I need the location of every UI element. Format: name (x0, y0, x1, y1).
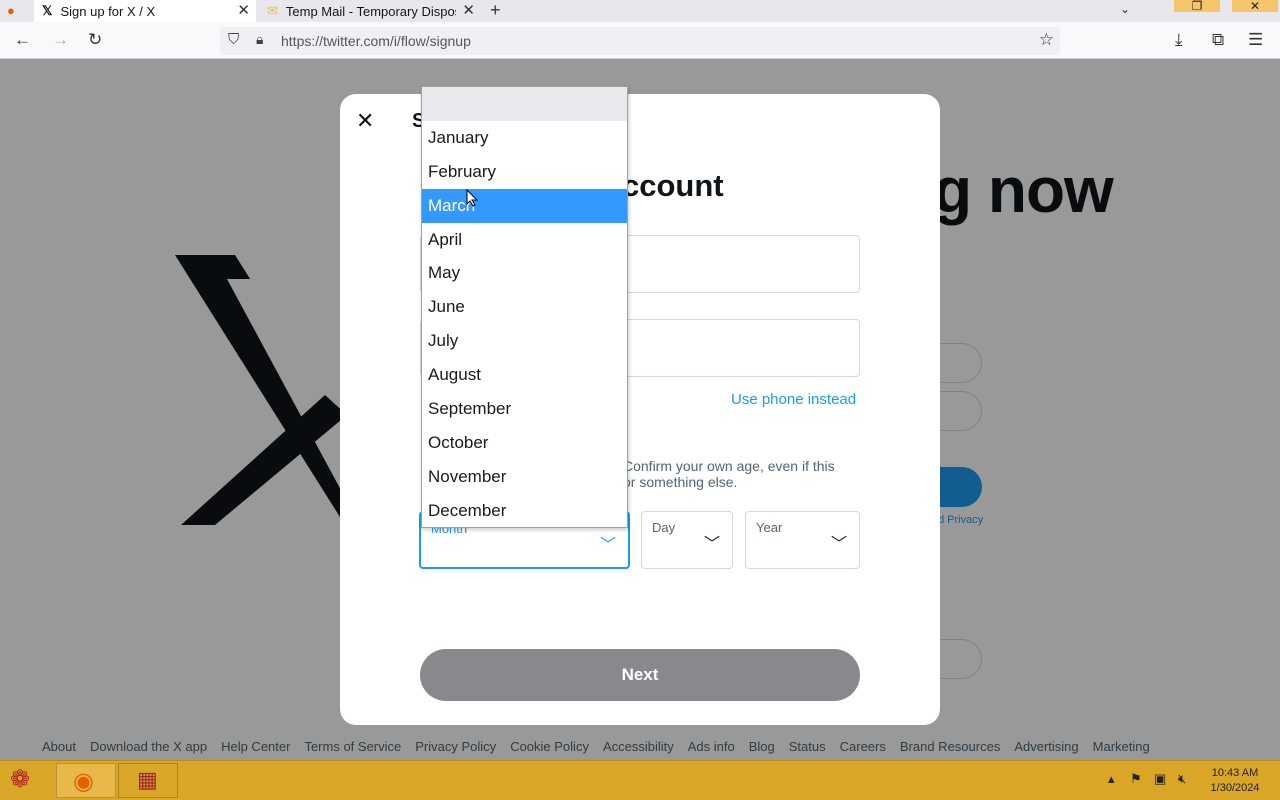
show-hidden-icons-icon[interactable]: ▴ (1108, 771, 1115, 787)
new-tab-icon[interactable]: + (490, 0, 501, 21)
month-option[interactable]: February (422, 155, 627, 189)
menu-icon[interactable]: ☰ (1248, 30, 1263, 50)
day-label: Day (652, 520, 676, 535)
tab-signup[interactable]: 𝕏 Sign up for X / X ✕ (34, 0, 256, 22)
taskbar: ❁ ◉ ▦ ▴ ⚑ ▣ 🔇︎ 10:43 AM 1/30/2024 (0, 760, 1280, 800)
forward-icon[interactable]: → (52, 30, 69, 50)
year-select[interactable]: Year ﹀ (745, 511, 860, 569)
month-option[interactable]: May (422, 256, 627, 290)
start-button-icon[interactable]: ❁ (10, 765, 30, 794)
tab-temp-mail[interactable]: ✉ Temp Mail - Temporary Disposal ✕ (259, 0, 481, 22)
close-tab-icon[interactable]: ✕ (462, 1, 475, 19)
chevron-down-icon: ﹀ (599, 537, 616, 554)
page: ning now d Privacy About Download the X … (0, 59, 1280, 760)
list-tabs-icon[interactable]: ⌄ (1120, 2, 1130, 16)
firefox-view-icon[interactable]: ● (7, 3, 15, 18)
bookmark-star-icon[interactable]: ☆ (1039, 30, 1054, 50)
month-option[interactable]: June (422, 290, 627, 324)
month-option[interactable]: July (422, 324, 627, 358)
temp-mail-favicon-icon: ✉ (267, 3, 278, 18)
shield-icon[interactable]: ⛉ (228, 31, 239, 48)
tab-title: Sign up for X / X (60, 3, 156, 19)
month-option[interactable]: October (422, 426, 627, 460)
dob-text-line: Confirm your own age, even if this (623, 458, 835, 474)
taskbar-firefox[interactable]: ◉ (56, 763, 116, 798)
reload-icon[interactable]: ↻ (88, 30, 102, 50)
firefox-icon: ◉ (73, 768, 94, 795)
flag-icon[interactable]: ⚑ (1130, 771, 1142, 787)
day-select[interactable]: Day ﹀ (641, 511, 733, 569)
month-option[interactable]: January (422, 121, 627, 155)
network-icon[interactable]: ▣ (1154, 771, 1166, 787)
chevron-down-icon: ﹀ (830, 536, 847, 553)
close-tab-icon[interactable]: ✕ (237, 1, 250, 19)
restore-window-button[interactable]: ❐ (1174, 0, 1220, 12)
month-option[interactable]: November (422, 460, 627, 494)
chevron-down-icon: ﹀ (703, 536, 720, 553)
gift-icon: ▦ (137, 767, 158, 792)
dob-text-line: or something else. (623, 474, 738, 490)
dob-explanation: Confirm your own age, even if this or so… (623, 458, 863, 490)
use-phone-link[interactable]: Use phone instead (731, 391, 856, 408)
next-button[interactable]: Next (420, 649, 860, 701)
lock-icon[interactable]: 🔒︎ (256, 31, 263, 48)
month-option[interactable]: December (422, 494, 627, 528)
month-option[interactable]: September (422, 392, 627, 426)
month-option[interactable]: April (422, 223, 627, 257)
month-option-blank[interactable] (422, 87, 627, 121)
clock[interactable]: 10:43 AM 1/30/2024 (1200, 766, 1270, 796)
month-dropdown[interactable]: January February March April May June Ju… (421, 86, 628, 528)
x-favicon-icon: 𝕏 (42, 3, 53, 18)
url-text[interactable]: https://twitter.com/i/flow/signup (281, 33, 471, 49)
mouse-cursor-icon (466, 189, 478, 207)
close-window-button[interactable]: ✕ (1232, 0, 1278, 12)
modal-title: ccount (622, 168, 724, 203)
url-bar[interactable]: ⛉ 🔒︎ https://twitter.com/i/flow/signup ☆ (220, 27, 1060, 55)
volume-muted-icon[interactable]: 🔇︎ (1178, 771, 1186, 787)
clock-date: 1/30/2024 (1210, 782, 1260, 794)
close-icon[interactable]: ✕ (356, 108, 374, 134)
clock-time: 10:43 AM (1211, 767, 1259, 779)
month-option-highlighted[interactable]: March (422, 188, 627, 223)
nav-toolbar: ← → ↻ ⛉ 🔒︎ https://twitter.com/i/flow/si… (0, 22, 1280, 59)
taskbar-app[interactable]: ▦ (118, 763, 178, 798)
tab-bar: ● 𝕏 Sign up for X / X ✕ ✉ Temp Mail - Te… (0, 0, 1280, 22)
download-icon[interactable]: ⤓ (1175, 30, 1183, 50)
year-label: Year (756, 520, 783, 535)
month-option[interactable]: August (422, 358, 627, 392)
back-icon[interactable]: ← (14, 30, 31, 50)
extensions-icon[interactable]: ⧉ (1212, 30, 1224, 50)
tab-title: Temp Mail - Temporary Disposal (285, 3, 456, 19)
